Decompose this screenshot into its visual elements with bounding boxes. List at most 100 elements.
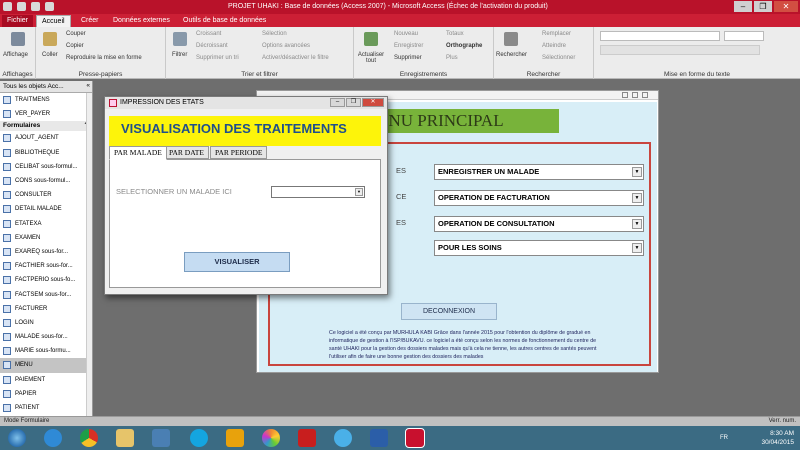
chrome-icon[interactable]	[80, 429, 98, 447]
remplacer-button[interactable]: Remplacer	[542, 31, 571, 37]
tab-creer[interactable]: Créer	[76, 15, 104, 27]
tab-fichier[interactable]: Fichier	[2, 15, 34, 27]
close-icon[interactable]: ✕	[362, 98, 384, 107]
options-avancees-button[interactable]: Options avancées	[262, 43, 310, 49]
network-icon[interactable]	[334, 429, 352, 447]
nav-section-formulaires[interactable]: Formulaires⌃	[0, 121, 92, 132]
nav-item-form[interactable]: EXAREQ sous-for...	[0, 245, 92, 259]
photos-icon[interactable]	[262, 429, 280, 447]
winamp-icon[interactable]	[226, 429, 244, 447]
nav-item-report[interactable]: TRAITMENS	[0, 93, 92, 107]
decroissant-button[interactable]: Décroissant	[196, 43, 228, 49]
affichage-button[interactable]: Affichage	[3, 52, 28, 58]
nav-item-form[interactable]: PAIEMENT	[0, 373, 92, 387]
word-icon[interactable]	[370, 429, 388, 447]
dropdown-arrow-icon[interactable]: ▼	[632, 167, 642, 177]
enregistrer-button[interactable]: Enregistrer	[394, 43, 423, 49]
menu-option-enregistrer[interactable]: ENREGISTRER UN MALADE ▼	[434, 164, 644, 180]
media-player-icon[interactable]	[152, 429, 170, 447]
nav-item-form[interactable]: FACTSEM sous-for...	[0, 287, 92, 301]
folder-icon[interactable]	[116, 429, 134, 447]
access-app-icon[interactable]	[3, 2, 12, 11]
nav-pane-header[interactable]: Tous les objets Acc... «	[0, 81, 92, 93]
undo-icon[interactable]	[31, 2, 40, 11]
dropdown-arrow-icon[interactable]: ▼	[632, 193, 642, 203]
tab-par-periode[interactable]: PAR PERIODE	[210, 146, 268, 159]
supprimer-button[interactable]: Supprimer	[394, 55, 422, 61]
nav-scrollbar[interactable]	[86, 93, 92, 416]
tab-par-malade[interactable]: PAR MALADE	[109, 146, 167, 160]
rechercher-button[interactable]: Rechercher	[496, 52, 527, 58]
copier-button[interactable]: Copier	[66, 43, 84, 49]
start-orb-icon[interactable]	[8, 429, 26, 447]
malade-combo[interactable]: ▼	[271, 186, 365, 198]
activer-filtre-button[interactable]: Activer/désactiver le filtre	[262, 55, 329, 61]
minimize-icon[interactable]: –	[330, 98, 345, 107]
chevron-down-icon[interactable]: «	[86, 82, 90, 89]
filtrer-button[interactable]: Filtrer	[172, 52, 187, 58]
nav-item-form[interactable]: AJOUT_AGENT	[0, 131, 92, 145]
clock[interactable]: 8:30 AM 30/04/2015	[761, 429, 794, 447]
nav-item-form[interactable]: ETATEXA	[0, 217, 92, 231]
font-size-combo[interactable]	[724, 31, 764, 41]
actualiser-button[interactable]: Actualiser tout	[356, 52, 386, 64]
close-button[interactable]: ✕	[774, 1, 798, 12]
dropdown-arrow-icon[interactable]: ▼	[355, 188, 363, 196]
tab-outils-bdd[interactable]: Outils de base de données	[178, 15, 271, 27]
nav-item-form[interactable]: DETAIL MALADE	[0, 202, 92, 216]
skype-icon[interactable]	[190, 429, 208, 447]
croissant-button[interactable]: Croissant	[196, 31, 221, 37]
minimize-button[interactable]: –	[734, 1, 752, 12]
nav-item-form[interactable]: CONS sous-formul...	[0, 174, 92, 188]
redo-icon[interactable]	[45, 2, 54, 11]
nav-item-report[interactable]: VER_PAYER	[0, 107, 92, 121]
nav-item-form[interactable]: MALADE sous-for...	[0, 330, 92, 344]
deconnexion-button[interactable]: DECONNEXION	[401, 303, 497, 320]
orthographe-button[interactable]: Orthographe	[446, 43, 482, 49]
minimize-icon[interactable]	[622, 92, 628, 98]
nav-item-form[interactable]: EXAMEN	[0, 231, 92, 245]
nav-item-form[interactable]: PATIENT	[0, 401, 92, 415]
nav-item-form[interactable]: FACTURER	[0, 302, 92, 316]
nav-item-form[interactable]: BIBLIOTHEQUE	[0, 146, 92, 160]
menu-option-consultation[interactable]: OPERATION DE CONSULTATION ▼	[434, 216, 644, 232]
tab-accueil[interactable]: Accueil	[36, 15, 71, 27]
text-format-toolbar[interactable]	[600, 45, 760, 55]
access-icon[interactable]	[405, 428, 425, 448]
restore-button[interactable]: ❐	[754, 1, 772, 12]
nav-item-form[interactable]: FACTHIER sous-for...	[0, 259, 92, 273]
filter-icon[interactable]	[173, 32, 187, 46]
tab-par-date[interactable]: PAR DATE	[164, 146, 209, 159]
couper-button[interactable]: Couper	[66, 31, 86, 37]
nav-item-form[interactable]: LOGIN	[0, 316, 92, 330]
binoculars-icon[interactable]	[504, 32, 518, 46]
nouveau-button[interactable]: Nouveau	[394, 31, 418, 37]
maximize-icon[interactable]	[632, 92, 638, 98]
save-icon[interactable]	[17, 2, 26, 11]
refresh-icon[interactable]	[364, 32, 378, 46]
visualiser-button[interactable]: VISUALISER	[184, 252, 290, 272]
dropdown-arrow-icon[interactable]: ▼	[632, 243, 642, 253]
nav-item-form[interactable]: MARIE sous-formu...	[0, 344, 92, 358]
menu-option-facturation[interactable]: OPERATION DE FACTURATION ▼	[434, 190, 644, 206]
nav-item-form[interactable]: CELIBAT sous-formul...	[0, 160, 92, 174]
dropdown-arrow-icon[interactable]: ▼	[632, 219, 642, 229]
nav-item-form[interactable]: MENU	[0, 358, 92, 373]
close-icon[interactable]	[642, 92, 648, 98]
supprimer-tri-button[interactable]: Supprimer un tri	[196, 55, 239, 61]
language-indicator[interactable]: FR	[720, 435, 728, 441]
nav-item-form[interactable]: FACTPERIO sous-fo...	[0, 273, 92, 287]
selection-button[interactable]: Sélection	[262, 31, 287, 37]
paste-icon[interactable]	[43, 32, 57, 46]
nav-item-form[interactable]: CONSULTER	[0, 188, 92, 202]
font-name-combo[interactable]	[600, 31, 720, 41]
ie-icon[interactable]	[44, 429, 62, 447]
selectionner-button[interactable]: Sélectionner	[542, 55, 575, 61]
reproduire-button[interactable]: Reproduire la mise en forme	[66, 55, 142, 61]
plus-button[interactable]: Plus	[446, 55, 458, 61]
acrobat-icon[interactable]	[298, 429, 316, 447]
view-icon[interactable]	[11, 32, 25, 46]
coller-button[interactable]: Coller	[42, 52, 58, 58]
restore-icon[interactable]: ❐	[346, 98, 361, 107]
atteindre-button[interactable]: Atteindre	[542, 43, 566, 49]
